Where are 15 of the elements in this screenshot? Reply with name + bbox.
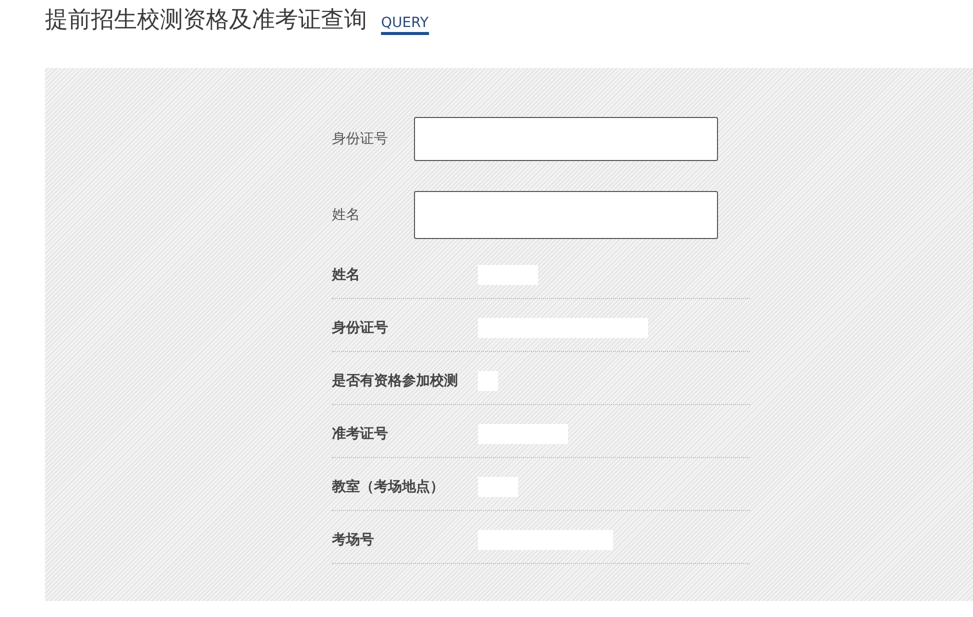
input-field[interactable] bbox=[414, 191, 718, 239]
query-label: QUERY bbox=[381, 15, 428, 35]
page-title: 提前招生校测资格及准考证查询 bbox=[45, 6, 367, 35]
result-label: 考场号 bbox=[332, 531, 375, 549]
result-label: 身份证号 bbox=[332, 319, 389, 337]
redacted-value bbox=[478, 265, 538, 285]
field-label: 姓名 bbox=[332, 206, 361, 224]
input-field[interactable] bbox=[414, 117, 718, 161]
redacted-value bbox=[478, 477, 518, 497]
result-label: 姓名 bbox=[332, 266, 361, 284]
result-label: 是否有资格参加校测 bbox=[332, 372, 459, 390]
redacted-value bbox=[478, 371, 498, 391]
result-label: 教室（考场地点） bbox=[332, 478, 445, 496]
result-label: 准考证号 bbox=[332, 425, 389, 443]
field-label: 身份证号 bbox=[332, 130, 389, 148]
